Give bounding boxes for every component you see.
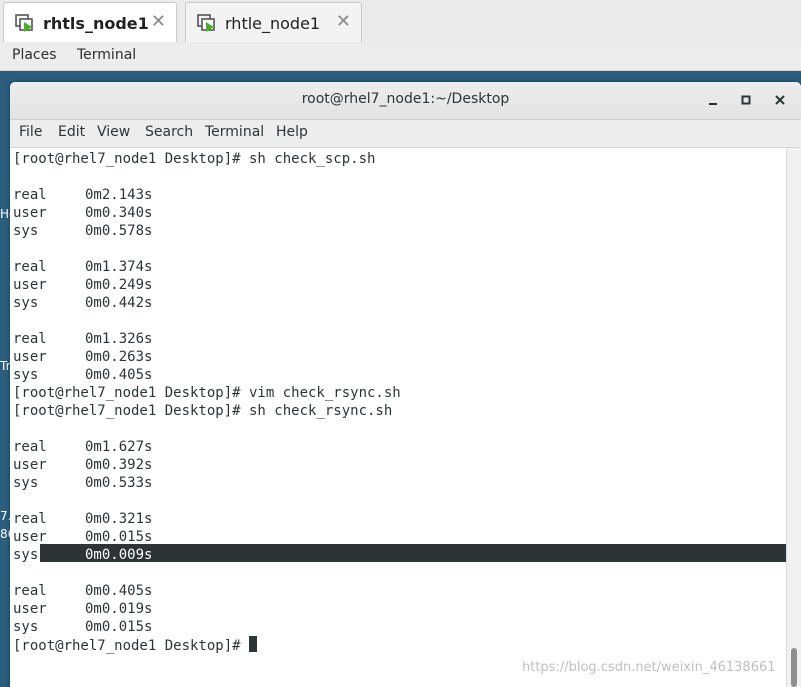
terminal-line: [root@rhel7_node1 Desktop]# sh check_scp… — [13, 150, 375, 168]
close-icon[interactable] — [770, 90, 790, 110]
close-icon[interactable]: ✕ — [151, 13, 166, 31]
timing-label: real — [13, 439, 47, 455]
terminal-line: [root@rhel7_node1 Desktop]# — [13, 636, 258, 654]
window-titlebar[interactable]: root@rhel7_node1:~/Desktop — [10, 82, 801, 120]
timing-label: user — [13, 277, 47, 293]
menu-help[interactable]: Help — [276, 124, 308, 140]
terminal-line: real 0m1.627s — [13, 438, 152, 456]
tab-label: rhtls_node1 — [43, 14, 149, 33]
terminal-scrollbar[interactable] — [786, 148, 801, 687]
terminal-line-text: [root@rhel7_node1 Desktop]# sh check_rsy… — [13, 403, 393, 419]
menu-edit[interactable]: Edit — [58, 124, 85, 140]
terminal-line: user 0m0.019s — [13, 600, 152, 618]
watermark-text: https://blog.csdn.net/weixin_46138661 — [522, 660, 776, 675]
window-title: root@rhel7_node1:~/Desktop — [301, 91, 510, 107]
timing-value: 0m0.442s — [85, 295, 153, 311]
timing-value: 0m0.392s — [85, 457, 153, 473]
terminal-line-text: [root@rhel7_node1 Desktop]# vim check_rs… — [13, 385, 401, 401]
terminal-line: user 0m0.340s — [13, 204, 152, 222]
terminal-line: sys 0m0.442s — [13, 294, 152, 312]
terminal-line: real 0m0.405s — [13, 582, 152, 600]
timing-label: user — [13, 601, 47, 617]
close-icon[interactable]: ✕ — [336, 13, 351, 31]
terminal-line: sys 0m0.405s — [13, 366, 152, 384]
timing-label: user — [13, 457, 47, 473]
timing-value: 0m2.143s — [85, 187, 153, 203]
terminal-line: user 0m0.263s — [13, 348, 152, 366]
menu-search[interactable]: Search — [145, 124, 193, 140]
terminal-menubar: File Edit View Search Terminal Help — [10, 120, 801, 148]
terminal-output[interactable]: [root@rhel7_node1 Desktop]# sh check_scp… — [10, 148, 786, 687]
timing-value: 0m0.533s — [85, 475, 153, 491]
timing-label: sys — [13, 223, 39, 239]
timing-label: sys — [13, 547, 39, 563]
terminal-line-text: [root@rhel7_node1 Desktop]# — [13, 638, 250, 654]
terminal-line: [root@rhel7_node1 Desktop]# vim check_rs… — [13, 384, 401, 402]
terminal-line: sys 0m0.015s — [13, 618, 152, 636]
desktop-top-panel: Places Terminal — [0, 44, 801, 71]
menu-file[interactable]: File — [19, 124, 42, 140]
terminal-line: real 0m0.321s — [13, 510, 152, 528]
terminal-line: real 0m1.374s — [13, 258, 152, 276]
remote-viewer-icon — [15, 14, 33, 32]
timing-value: 0m0.405s — [85, 583, 153, 599]
timing-value: 0m1.326s — [85, 331, 153, 347]
timing-label: user — [13, 529, 47, 545]
maximize-icon[interactable] — [736, 90, 756, 110]
terminal-line: real 0m1.326s — [13, 330, 152, 348]
menu-view[interactable]: View — [97, 124, 130, 140]
scrollbar-thumb[interactable] — [791, 648, 797, 687]
timing-value: 0m0.015s — [85, 529, 153, 545]
timing-value: 0m0.340s — [85, 205, 153, 221]
terminal-line: user 0m0.392s — [13, 456, 152, 474]
text-cursor — [249, 636, 258, 652]
terminal-line: sys 0m0.533s — [13, 474, 152, 492]
timing-value: 0m0.015s — [85, 619, 153, 635]
timing-value: 0m0.019s — [85, 601, 153, 617]
terminal-line-text: [root@rhel7_node1 Desktop]# sh check_scp… — [13, 151, 376, 167]
terminal-app-menu[interactable]: Terminal — [77, 47, 136, 63]
timing-value: 0m0.009s — [85, 547, 153, 563]
minimize-icon[interactable] — [703, 90, 723, 110]
timing-label: sys — [13, 619, 39, 635]
timing-label: real — [13, 331, 47, 347]
terminal-window: root@rhel7_node1:~/Desktop File Edit Vie… — [10, 82, 801, 687]
timing-label: user — [13, 205, 47, 221]
timing-value: 0m0.405s — [85, 367, 153, 383]
timing-value: 0m1.627s — [85, 439, 153, 455]
timing-label: sys — [13, 295, 39, 311]
timing-value: 0m0.321s — [85, 511, 153, 527]
timing-label: real — [13, 187, 47, 203]
timing-value: 0m0.249s — [85, 277, 153, 293]
terminal-line: real 0m2.143s — [13, 186, 152, 204]
timing-label: sys — [13, 367, 39, 383]
remote-viewer-icon — [197, 14, 215, 32]
tab-rhtls-node1[interactable]: rhtls_node1 ✕ — [3, 2, 177, 42]
terminal-line: sys 0m0.578s — [13, 222, 152, 240]
tab-rhtle-node1[interactable]: rhtle_node1 ✕ — [185, 2, 362, 42]
terminal-line: sys 0m0.009s — [13, 546, 152, 564]
terminal-line: user 0m0.015s — [13, 528, 152, 546]
timing-label: user — [13, 349, 47, 365]
viewer-tab-bar: rhtls_node1 ✕ rhtle_node1 ✕ — [0, 0, 801, 45]
timing-label: real — [13, 511, 47, 527]
tab-label: rhtle_node1 — [225, 14, 321, 33]
timing-label: sys — [13, 475, 39, 491]
places-menu[interactable]: Places — [12, 47, 57, 63]
timing-value: 0m1.374s — [85, 259, 153, 275]
menu-terminal[interactable]: Terminal — [205, 124, 264, 140]
timing-value: 0m0.263s — [85, 349, 153, 365]
timing-label: real — [13, 583, 47, 599]
timing-value: 0m0.578s — [85, 223, 153, 239]
terminal-line: user 0m0.249s — [13, 276, 152, 294]
timing-label: real — [13, 259, 47, 275]
terminal-line: [root@rhel7_node1 Desktop]# sh check_rsy… — [13, 402, 392, 420]
